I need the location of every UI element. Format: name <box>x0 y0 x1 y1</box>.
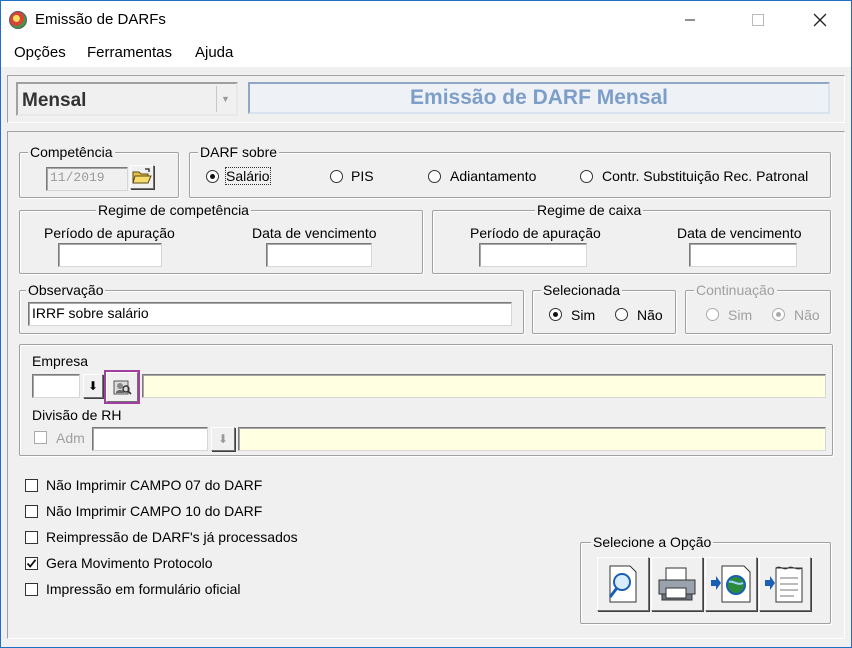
title-bar: Emissão de DARFs <box>1 1 851 39</box>
empresa-code-input[interactable] <box>32 374 80 398</box>
competencia-periodo-label: Período de apuração <box>44 225 175 241</box>
menu-bar: Opções Ferramentas Ajuda <box>1 39 851 67</box>
checkmark-icon <box>26 559 37 568</box>
preview-button[interactable] <box>597 557 649 611</box>
caixa-vencimento-input[interactable] <box>689 243 797 267</box>
radio-selecionada-nao-label[interactable]: Não <box>637 307 663 323</box>
export-web-button[interactable] <box>705 557 757 611</box>
close-button[interactable] <box>797 1 843 39</box>
checkbox-reimpressao[interactable] <box>25 531 38 544</box>
radio-salario[interactable] <box>206 170 219 183</box>
menu-ferramentas[interactable]: Ferramentas <box>87 44 172 61</box>
regime-caixa-legend: Regime de caixa <box>535 202 644 218</box>
checkbox-gera-movimento-label[interactable]: Gera Movimento Protocolo <box>46 555 213 571</box>
checkbox-formulario-oficial-label[interactable]: Impressão em formulário oficial <box>46 581 241 597</box>
menu-ajuda[interactable]: Ajuda <box>195 44 233 61</box>
radio-continuacao-nao-label[interactable]: Não <box>794 307 820 323</box>
checkbox-nao-imprimir-campo10[interactable] <box>25 505 38 518</box>
open-folder-button[interactable] <box>130 165 154 189</box>
continuacao-group: Continuação Sim Não <box>685 282 831 334</box>
radio-pis[interactable] <box>330 170 343 183</box>
empresa-label: Empresa <box>32 353 89 369</box>
darf-sobre-legend: DARF sobre <box>198 144 280 160</box>
selecione-opcao-legend: Selecione a Opção <box>591 534 714 550</box>
empresa-search-button[interactable] <box>104 370 140 404</box>
continuacao-legend: Continuação <box>694 282 777 298</box>
checkbox-reimpressao-label[interactable]: Reimpressão de DARF's já processados <box>46 529 298 545</box>
radio-selecionada-sim[interactable] <box>549 308 562 321</box>
user-search-icon <box>113 380 132 395</box>
selecionada-legend: Selecionada <box>541 282 623 298</box>
regime-competencia-legend: Regime de competência <box>96 202 251 218</box>
radio-salario-label[interactable]: Salário <box>225 167 271 185</box>
competencia-vencimento-input[interactable] <box>266 243 372 267</box>
observacao-legend: Observação <box>26 282 106 298</box>
adm-checkbox-label[interactable]: Adm <box>56 430 85 446</box>
empresa-name-input[interactable] <box>142 374 826 398</box>
banner-title: Emissão de DARF Mensal <box>410 86 668 109</box>
radio-contr-substituicao[interactable] <box>580 170 593 183</box>
caixa-periodo-input[interactable] <box>479 243 587 267</box>
empresa-dropdown-button[interactable]: ⬇ <box>83 374 103 398</box>
selecionada-group: Selecionada Sim Não <box>532 282 676 334</box>
caixa-periodo-label: Período de apuração <box>470 225 601 241</box>
selecione-opcao-group: Selecione a Opção <box>580 534 831 624</box>
export-file-button[interactable] <box>759 557 811 611</box>
divisao-name-input[interactable] <box>238 427 826 451</box>
checkbox-nao-imprimir-campo07-label[interactable]: Não Imprimir CAMPO 07 do DARF <box>46 477 262 493</box>
preview-icon <box>608 565 637 603</box>
competencia-vencimento-label: Data de vencimento <box>252 225 377 241</box>
caixa-vencimento-label: Data de vencimento <box>677 225 802 241</box>
competencia-input[interactable]: 11/2019 <box>46 167 128 191</box>
folder-open-icon <box>132 168 152 184</box>
window-title: Emissão de DARFs <box>35 11 166 28</box>
close-icon <box>813 13 827 27</box>
header-panel: Mensal ▼ Emissão de DARF Mensal <box>7 75 845 123</box>
competencia-periodo-input[interactable] <box>58 243 162 267</box>
radio-adiantamento[interactable] <box>428 170 441 183</box>
radio-pis-label[interactable]: PIS <box>351 168 374 184</box>
divisao-dropdown-button[interactable]: ⬇ <box>211 427 235 451</box>
app-window: Emissão de DARFs Opções Ferramentas Ajud… <box>0 0 852 648</box>
export-file-icon <box>765 566 803 603</box>
maximize-button[interactable] <box>735 1 781 39</box>
divisao-label: Divisão de RH <box>32 407 122 423</box>
print-button[interactable] <box>651 557 703 611</box>
radio-continuacao-nao[interactable] <box>772 308 785 321</box>
maximize-icon <box>752 14 764 26</box>
radio-continuacao-sim[interactable] <box>706 308 719 321</box>
checkbox-nao-imprimir-campo07[interactable] <box>25 479 38 492</box>
radio-contr-substituicao-label[interactable]: Contr. Substituição Rec. Patronal <box>602 168 808 184</box>
main-panel: Competência 11/2019 DARF sobre Salário P… <box>7 131 845 639</box>
page-banner: Emissão de DARF Mensal <box>248 82 830 114</box>
observacao-group: Observação IRRF sobre salário <box>19 282 524 334</box>
checkbox-formulario-oficial[interactable] <box>25 583 38 596</box>
minimize-button[interactable] <box>667 1 713 39</box>
download-arrow-icon: ⬇ <box>87 379 99 393</box>
minimize-icon <box>685 19 695 21</box>
chevron-down-icon[interactable]: ▼ <box>216 86 234 112</box>
radio-adiantamento-label[interactable]: Adiantamento <box>450 168 536 184</box>
competencia-legend: Competência <box>28 144 115 160</box>
empresa-panel: Empresa ⬇ Divisão de RH Adm ⬇ <box>19 344 833 456</box>
period-type-select[interactable]: Mensal ▼ <box>16 82 238 116</box>
adm-checkbox[interactable] <box>34 431 47 444</box>
radio-continuacao-sim-label[interactable]: Sim <box>728 307 752 323</box>
printer-icon <box>658 567 696 601</box>
export-web-icon <box>711 565 751 603</box>
radio-selecionada-nao[interactable] <box>615 308 628 321</box>
competencia-group: Competência 11/2019 <box>19 144 179 198</box>
radio-selecionada-sim-label[interactable]: Sim <box>571 307 595 323</box>
darf-sobre-group: DARF sobre Salário PIS Adiantamento Cont… <box>189 144 831 198</box>
app-icon <box>9 11 27 29</box>
divisao-code-input[interactable] <box>92 427 208 451</box>
regime-caixa-group: Regime de caixa Período de apuração Data… <box>432 202 831 274</box>
period-type-value: Mensal <box>22 90 87 111</box>
checkbox-gera-movimento[interactable] <box>25 557 38 570</box>
regime-competencia-group: Regime de competência Período de apuraçã… <box>19 202 423 274</box>
download-arrow-icon: ⬇ <box>217 432 229 446</box>
menu-opcoes[interactable]: Opções <box>14 44 66 61</box>
checkbox-nao-imprimir-campo10-label[interactable]: Não Imprimir CAMPO 10 do DARF <box>46 503 262 519</box>
observacao-input[interactable]: IRRF sobre salário <box>28 302 512 326</box>
